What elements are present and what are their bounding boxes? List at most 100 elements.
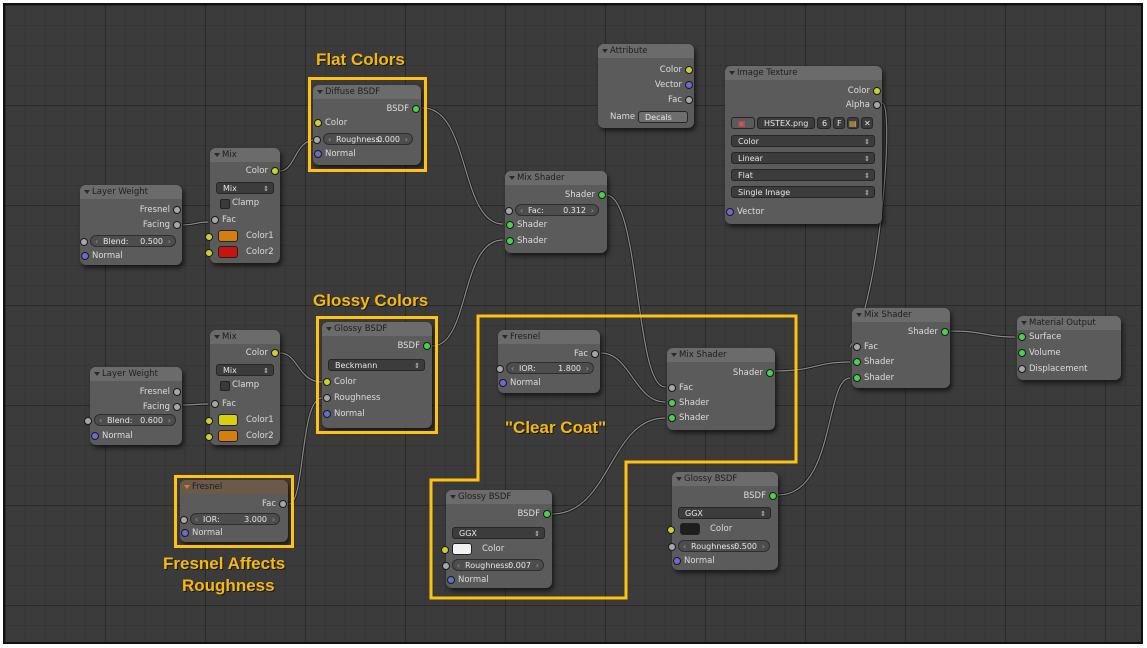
shader-socket[interactable] xyxy=(423,342,431,350)
node-header[interactable]: Fresnel xyxy=(498,330,600,344)
glossy-bsdf-node[interactable]: Glossy BSDF BSDF Beckmann ⇕ Color Roughne… xyxy=(322,322,432,428)
value-socket[interactable] xyxy=(853,343,861,351)
shader-socket[interactable] xyxy=(543,510,551,518)
distribution-dropdown[interactable]: GGX ⇕ xyxy=(452,527,545,539)
roughness-field[interactable]: Roughness:0.500 xyxy=(668,540,770,553)
node-header[interactable]: Mix Shader xyxy=(852,308,950,322)
color-space-dropdown[interactable]: Color ⇕ xyxy=(731,135,875,147)
mix-shader-node[interactable]: Mix Shader Shader Fac Shader Shader xyxy=(667,348,775,430)
node-header[interactable]: Mix xyxy=(210,330,280,344)
color-socket[interactable] xyxy=(314,119,322,127)
color-swatch[interactable] xyxy=(680,523,700,535)
color1-swatch[interactable] xyxy=(218,230,238,242)
mix-shader-node[interactable]: Mix Shader Shader Fac Shader Shader xyxy=(852,308,950,388)
vector-socket[interactable] xyxy=(91,432,99,440)
shader-socket[interactable] xyxy=(769,492,777,500)
fac-field[interactable]: Fac:0.312 xyxy=(505,204,599,217)
image-texture-node[interactable]: Image Texture Color Alpha ▣ HSTEX.png 6 … xyxy=(725,66,882,224)
color-socket[interactable] xyxy=(667,526,675,534)
value-socket[interactable] xyxy=(173,403,181,411)
mix-rgb-node[interactable]: Mix Color Mix ⇕ Clamp Fac Color1 Color2 xyxy=(205,148,280,263)
node-editor-canvas[interactable] xyxy=(3,3,1143,644)
value-socket[interactable] xyxy=(442,562,450,570)
node-header[interactable]: Image Texture xyxy=(725,66,882,80)
fresnel-node[interactable]: Fresnel Fac IOR:1.800 Normal xyxy=(496,330,600,393)
vector-socket[interactable] xyxy=(673,557,681,565)
glossy-bsdf-node[interactable]: Glossy BSDF BSDF GGX⇕ Color Roughness:0.… xyxy=(667,472,778,570)
value-socket[interactable] xyxy=(873,101,881,109)
folder-icon[interactable]: ▤ xyxy=(847,117,859,129)
value-socket[interactable] xyxy=(180,516,188,524)
roughness-field[interactable]: Roughness:0.000 xyxy=(313,133,413,146)
mix-rgb-node[interactable]: Mix Color Mix ⇕ Clamp Fac Color1 Color2 xyxy=(205,330,280,445)
vector-socket[interactable] xyxy=(314,150,322,158)
color-socket[interactable] xyxy=(205,233,213,241)
blend-field[interactable]: Blend:0.500 xyxy=(80,235,176,248)
value-socket[interactable] xyxy=(173,388,181,396)
node-header[interactable]: Layer Weight xyxy=(80,185,182,199)
shader-socket[interactable] xyxy=(668,399,676,407)
node-header[interactable]: Layer Weight xyxy=(90,367,182,381)
color-socket[interactable] xyxy=(873,87,881,95)
color-socket[interactable] xyxy=(271,167,279,175)
vector-socket[interactable] xyxy=(499,379,507,387)
shader-socket[interactable] xyxy=(853,358,861,366)
ior-field[interactable]: IOR:3.000 xyxy=(180,513,280,526)
shader-socket[interactable] xyxy=(668,414,676,422)
shader-socket[interactable] xyxy=(506,221,514,229)
value-socket[interactable] xyxy=(211,400,219,408)
value-socket[interactable] xyxy=(685,96,693,104)
image-name-field[interactable]: HSTEX.png xyxy=(757,117,815,129)
roughness-field[interactable]: Roughness:0.007 xyxy=(442,559,544,572)
vector-socket[interactable] xyxy=(181,529,189,537)
ior-field[interactable]: IOR:1.800 xyxy=(496,362,594,375)
fresnel-node[interactable]: Fresnel Fac IOR:3.000 Normal xyxy=(180,480,288,542)
node-header[interactable]: Mix Shader xyxy=(505,171,607,185)
diffuse-bsdf-node[interactable]: Diffuse BSDF BSDF Color Roughness:0.000 … xyxy=(313,85,421,165)
name-input[interactable]: Decals xyxy=(638,111,688,123)
node-header[interactable]: Attribute xyxy=(598,44,694,58)
blend-field[interactable]: Blend:0.600 xyxy=(84,414,176,427)
vector-socket[interactable] xyxy=(81,252,89,260)
color2-swatch[interactable] xyxy=(218,246,238,258)
blend-mode-dropdown[interactable]: Mix ⇕ xyxy=(216,364,274,376)
value-socket[interactable] xyxy=(80,238,88,246)
node-header[interactable]: Diffuse BSDF xyxy=(313,85,421,99)
color2-swatch[interactable] xyxy=(218,430,238,442)
layer-weight-node[interactable]: Layer Weight Fresnel Facing Blend:0.600 … xyxy=(84,367,182,445)
vector-socket[interactable] xyxy=(685,81,693,89)
shader-socket[interactable] xyxy=(598,191,606,199)
shader-socket[interactable] xyxy=(1018,333,1026,341)
clamp-checkbox[interactable] xyxy=(220,381,230,391)
color-socket[interactable] xyxy=(205,433,213,441)
value-socket[interactable] xyxy=(1018,365,1026,373)
color-socket[interactable] xyxy=(441,546,449,554)
distribution-dropdown[interactable]: Beckmann ⇕ xyxy=(328,359,425,371)
distribution-dropdown[interactable]: GGX ⇕ xyxy=(678,507,771,519)
value-socket[interactable] xyxy=(173,221,181,229)
value-socket[interactable] xyxy=(173,206,181,214)
node-header[interactable]: Glossy BSDF xyxy=(322,322,432,336)
shader-socket[interactable] xyxy=(941,328,949,336)
glossy-bsdf-node[interactable]: Glossy BSDF BSDF GGX⇕ Color Roughness:0.… xyxy=(441,490,552,588)
color-socket[interactable] xyxy=(205,417,213,425)
color-socket[interactable] xyxy=(271,349,279,357)
close-icon[interactable]: ✕ xyxy=(861,117,873,129)
value-socket[interactable] xyxy=(313,136,321,144)
node-header[interactable]: Glossy BSDF xyxy=(672,472,778,486)
shader-socket[interactable] xyxy=(1018,349,1026,357)
color1-swatch[interactable] xyxy=(218,414,238,426)
vector-socket[interactable] xyxy=(447,576,455,584)
clamp-checkbox[interactable] xyxy=(220,199,230,209)
image-browse-button[interactable]: ▣ xyxy=(731,117,755,129)
value-socket[interactable] xyxy=(496,365,504,373)
shader-socket[interactable] xyxy=(853,374,861,382)
mix-shader-node[interactable]: Mix Shader Shader Fac:0.312 Shader Shade… xyxy=(505,171,607,253)
node-header[interactable]: Mix Shader xyxy=(667,348,775,362)
attribute-node[interactable]: Attribute Color Vector Fac Name Decals xyxy=(598,44,694,128)
shader-socket[interactable] xyxy=(412,105,420,113)
node-header[interactable]: Material Output xyxy=(1017,316,1121,330)
shader-socket[interactable] xyxy=(506,237,514,245)
vector-socket[interactable] xyxy=(726,208,734,216)
interpolation-dropdown[interactable]: Linear ⇕ xyxy=(731,152,875,164)
